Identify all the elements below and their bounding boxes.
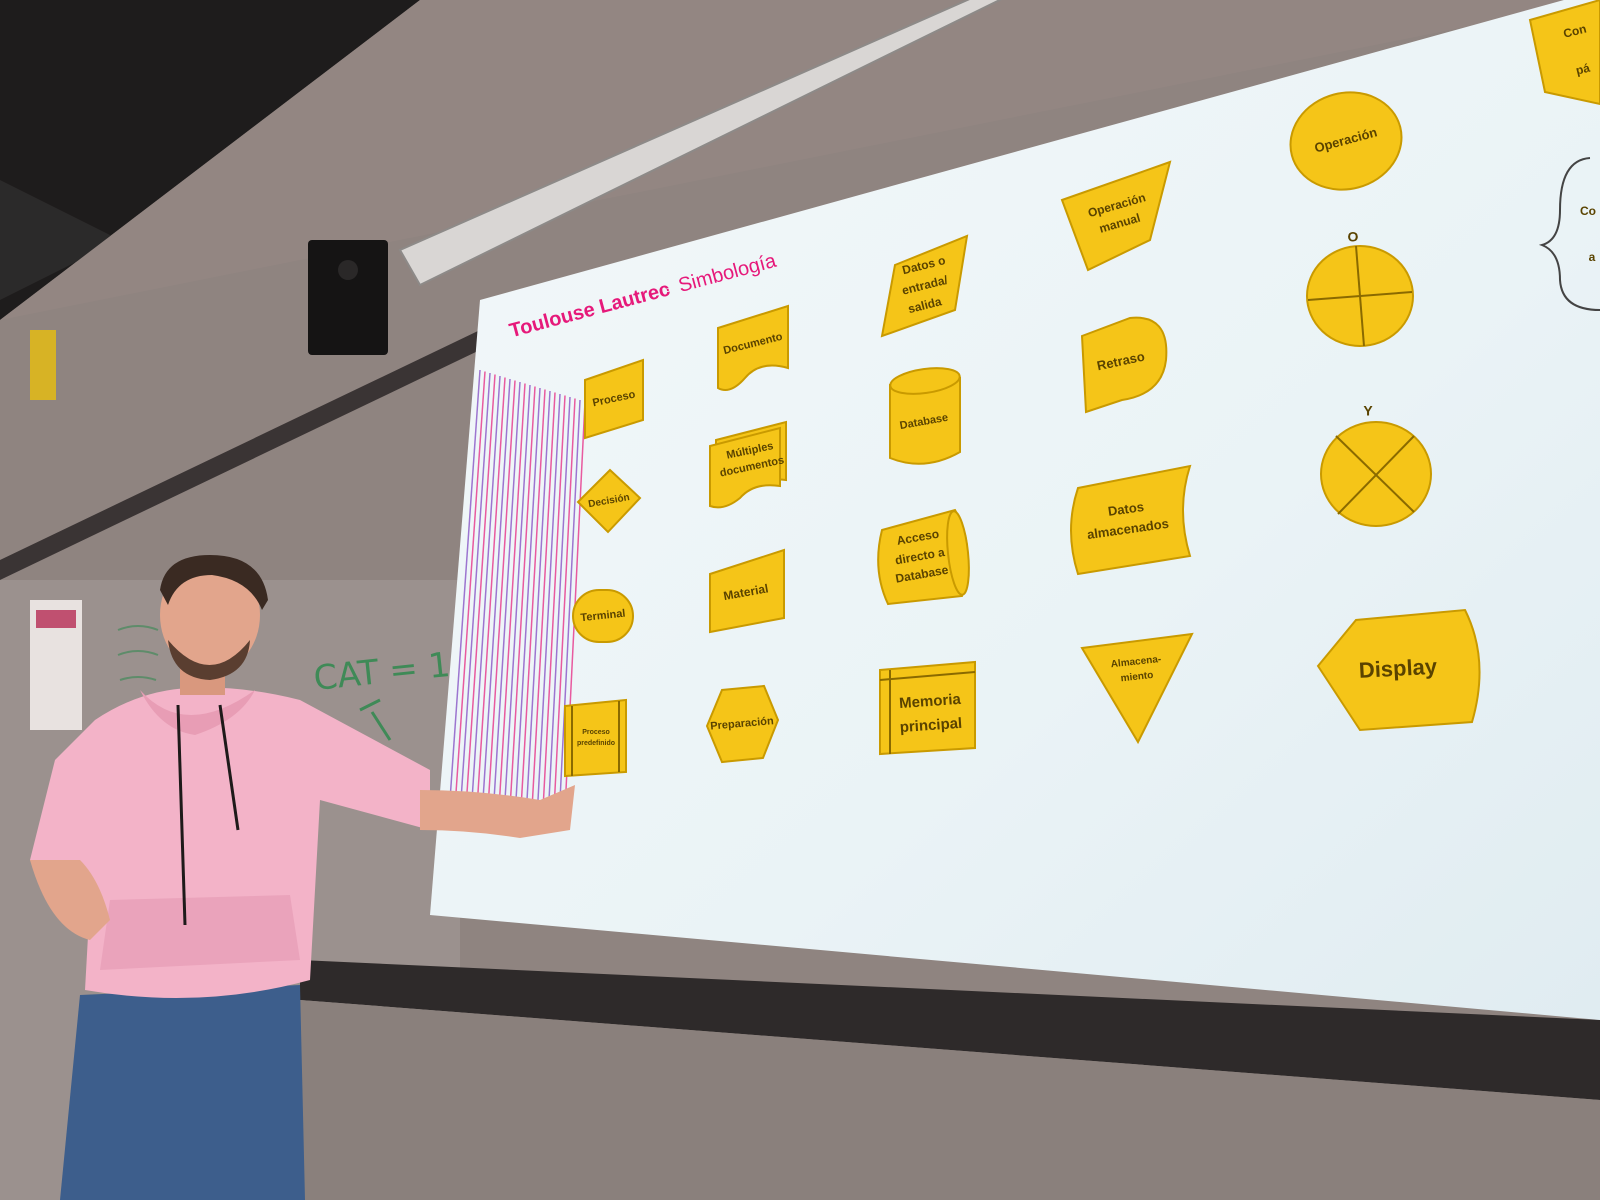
jeans bbox=[60, 985, 305, 1200]
pointing-hand bbox=[420, 785, 575, 838]
presenter bbox=[30, 555, 575, 1200]
